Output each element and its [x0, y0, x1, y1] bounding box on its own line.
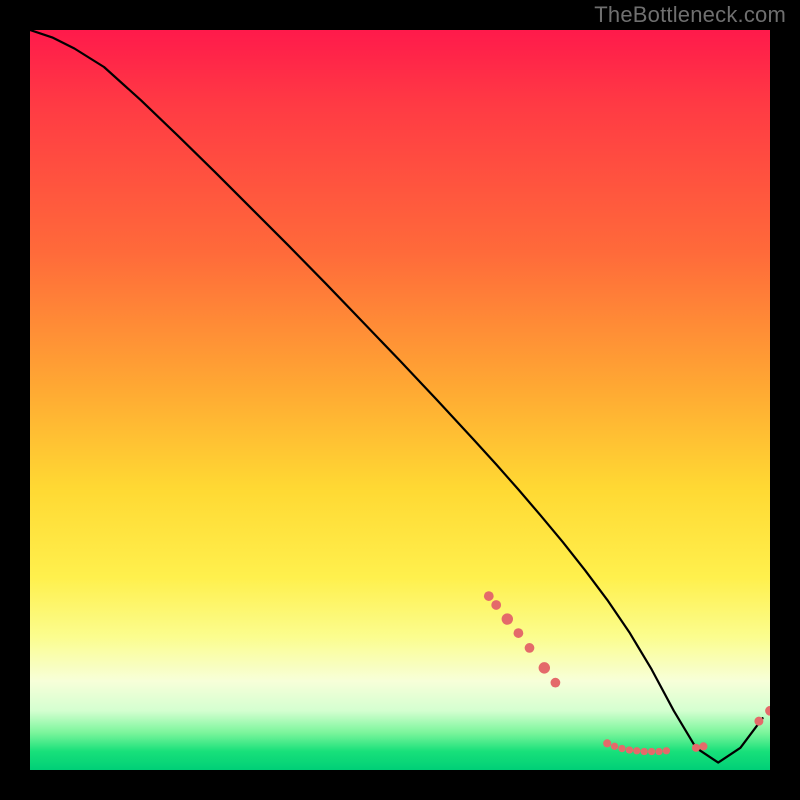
curve-marker	[641, 748, 648, 755]
curve-marker	[754, 717, 763, 726]
curve-marker	[514, 628, 524, 638]
curve-marker	[502, 613, 513, 624]
curve-marker	[551, 678, 561, 688]
curve-marker	[603, 739, 611, 747]
bottleneck-curve	[30, 30, 763, 763]
curve-marker	[655, 748, 662, 755]
curve-marker	[611, 743, 618, 750]
curve-marker	[633, 747, 640, 754]
curve-marker	[491, 600, 501, 610]
curve-marker	[663, 747, 670, 754]
curve-marker	[618, 745, 625, 752]
chart-svg	[30, 30, 770, 770]
curve-markers	[484, 591, 770, 755]
plot-area	[30, 30, 770, 770]
curve-marker	[525, 643, 535, 653]
watermark-text: TheBottleneck.com	[594, 2, 786, 28]
curve-marker	[539, 662, 550, 673]
curve-marker	[626, 746, 633, 753]
curve-marker	[699, 742, 707, 750]
curve-marker	[484, 591, 494, 601]
chart-frame: TheBottleneck.com	[0, 0, 800, 800]
curve-marker	[692, 744, 700, 752]
curve-marker	[765, 706, 770, 716]
curve-marker	[648, 748, 655, 755]
